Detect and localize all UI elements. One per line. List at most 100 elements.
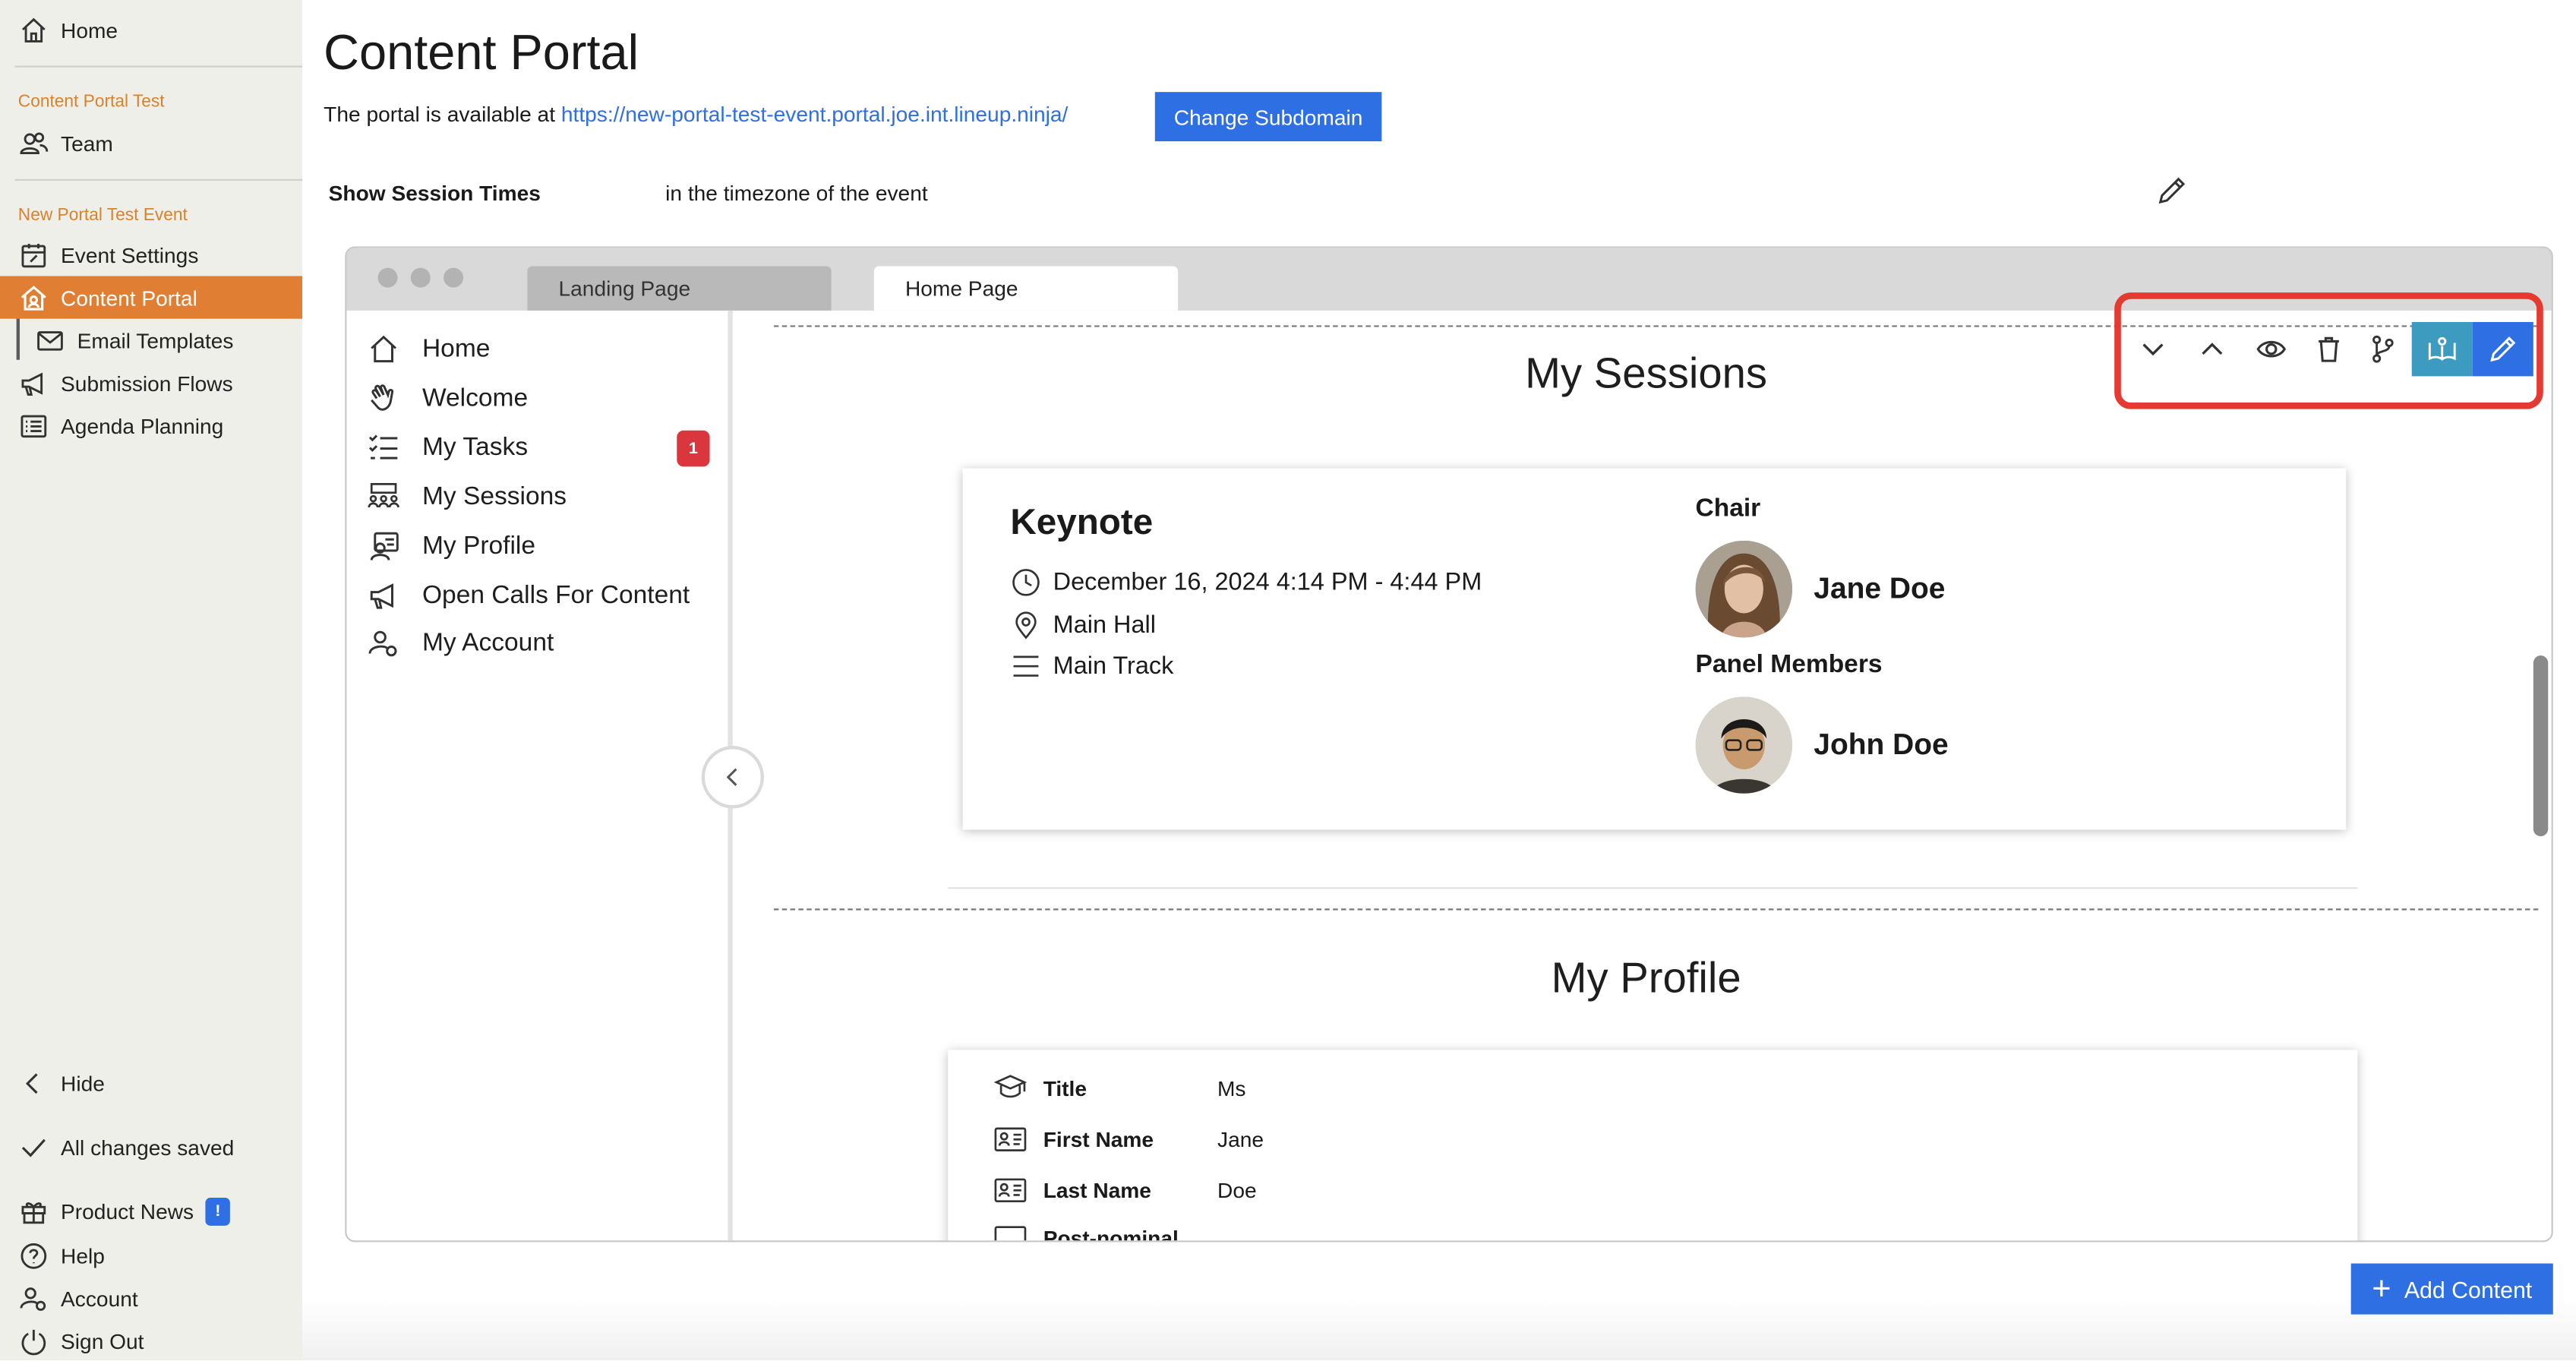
team-icon (20, 131, 49, 153)
datetime-text: December 16, 2024 4:14 PM - 4:44 PM (1053, 568, 1482, 597)
add-content-button[interactable]: + Add Content (2350, 1263, 2553, 1315)
portal-url-link[interactable]: https://new-portal-test-event.portal.joe… (561, 102, 1069, 126)
chair-label: Chair (1695, 494, 1761, 523)
tab-home-page[interactable]: Home Page (873, 266, 1179, 311)
sidebar-item-team[interactable]: Team (18, 127, 113, 159)
setting-value: in the timezone of the event (665, 180, 928, 206)
sidebar-item-product-news[interactable]: Product News ! (18, 1195, 231, 1227)
delete-button[interactable] (2298, 322, 2359, 376)
sidebar-item-email-templates[interactable]: Email Templates (34, 324, 233, 356)
product-news-label: Product News (61, 1198, 194, 1224)
tasks-count-badge: 1 (677, 430, 710, 467)
clock-icon (1012, 569, 1040, 596)
avatar-photo-icon (1695, 540, 1793, 638)
list-icon (21, 414, 47, 437)
branch-button[interactable] (2353, 322, 2413, 376)
availability-text: The portal is available at (324, 102, 556, 127)
library-button[interactable] (2411, 322, 2473, 377)
calendar-edit-icon (21, 242, 46, 267)
envelope-icon (37, 330, 63, 350)
portal-nav-welcome[interactable]: Welcome (366, 381, 528, 415)
panel-member-name[interactable]: John Doe (1814, 728, 1948, 762)
portal-nav: Home Welcome My Tasks 1 My Sessions My P… (346, 310, 733, 1241)
profile-card: Title Ms First Name Jane Last Name Doe P… (948, 1050, 2358, 1241)
window-dot (444, 267, 464, 288)
sidebar-item-label: Event Settings (61, 242, 199, 267)
section-title-my-profile: My Profile (1551, 952, 1741, 1003)
window-dot (377, 267, 398, 288)
portal-nav-label: My Account (421, 628, 554, 657)
profile-value: Jane (1217, 1127, 1264, 1152)
sidebar-item-agenda-planning[interactable]: Agenda Planning (18, 409, 223, 442)
change-subdomain-button[interactable]: Change Subdomain (1154, 92, 1382, 142)
sidebar-group-label: New Portal Test Event (17, 205, 188, 226)
divider (14, 65, 303, 68)
portal-nav-my-tasks[interactable]: My Tasks (366, 431, 528, 465)
profile-key: Title (1043, 1075, 1088, 1101)
sidebar-hide-button[interactable]: Hide (18, 1066, 105, 1099)
sidebar-item-home[interactable]: Home (18, 13, 118, 46)
megaphone-icon (370, 583, 393, 609)
avatar-john-doe[interactable] (1695, 696, 1793, 794)
portal-nav-my-sessions[interactable]: My Sessions (366, 480, 567, 514)
add-content-label: Add Content (2404, 1275, 2533, 1303)
scrollbar-thumb[interactable] (2533, 655, 2549, 837)
sidebar-item-label: Submission Flows (61, 370, 233, 396)
portal-nav-label: My Sessions (421, 482, 567, 510)
sidebar-item-account[interactable]: Account (18, 1281, 138, 1314)
account-gear-icon (20, 1287, 46, 1310)
profile-value: Doe (1217, 1178, 1257, 1203)
pencil-icon (2490, 336, 2516, 362)
sidebar-item-content-portal[interactable]: Content Portal (18, 281, 197, 314)
pencil-icon[interactable] (2155, 174, 2188, 207)
move-up-button[interactable] (2182, 322, 2243, 376)
id-card-icon (994, 1127, 1027, 1151)
save-status: All changes saved (18, 1130, 235, 1163)
visibility-button[interactable] (2241, 322, 2302, 376)
portal-nav-open-calls[interactable]: Open Calls For Content (366, 578, 690, 612)
session-track: Main Track (1010, 651, 1173, 682)
sidebar-item-submission-flows[interactable]: Submission Flows (18, 366, 233, 399)
edit-section-button[interactable] (2472, 322, 2533, 377)
profile-key: Last Name (1043, 1178, 1151, 1203)
session-datetime: December 16, 2024 4:14 PM - 4:44 PM (1010, 567, 1482, 598)
portal-nav-label: My Profile (421, 531, 536, 560)
avatar-jane-doe[interactable] (1695, 540, 1793, 638)
track-lines-icon (1013, 655, 1039, 677)
location-text: Main Hall (1053, 611, 1156, 639)
avatar-photo-icon (1695, 696, 1793, 794)
portal-content: My Sessions Keynote December 16, 2024 4:… (737, 311, 2551, 1241)
profile-row-post-nominal: Post-nominal (993, 1222, 1217, 1241)
portal-nav-my-profile[interactable]: My Profile (366, 529, 535, 564)
portal-nav-label: Open Calls For Content (421, 580, 690, 609)
portal-nav-my-account[interactable]: My Account (366, 626, 554, 660)
portal-nav-label: My Tasks (421, 433, 529, 461)
chevron-down-icon (2142, 343, 2164, 356)
session-card[interactable]: Keynote December 16, 2024 4:14 PM - 4:44… (962, 468, 2347, 830)
sidebar-home-label: Home (61, 17, 118, 43)
portal-nav-label: Welcome (421, 384, 529, 412)
portal-availability: The portal is available at https://new-p… (324, 102, 1068, 126)
tab-landing-page[interactable]: Landing Page (527, 266, 832, 311)
sign-out-label: Sign Out (61, 1328, 144, 1353)
checklist-icon (368, 434, 398, 459)
eye-icon (2256, 340, 2287, 358)
page-title: Content Portal (324, 26, 639, 81)
section-boundary (773, 908, 2539, 911)
sidebar-item-sign-out[interactable]: Sign Out (18, 1325, 144, 1357)
profile-row-last-name: Last Name Doe (993, 1175, 1257, 1206)
sidebar-item-help[interactable]: Help (18, 1239, 105, 1271)
setting-label: Show Session Times (328, 180, 541, 206)
sidebar-item-event-settings[interactable]: Event Settings (18, 238, 199, 271)
chair-name[interactable]: Jane Doe (1814, 572, 1945, 606)
hand-wave-icon (371, 384, 394, 411)
chevron-left-icon (25, 1072, 38, 1094)
sidebar-group-label: Content Portal Test (17, 92, 165, 112)
session-location: Main Hall (1010, 610, 1156, 641)
home-icon (371, 335, 397, 363)
divider (948, 887, 2358, 889)
audience-icon (368, 482, 399, 508)
branch-icon (2372, 335, 2394, 363)
portal-nav-home[interactable]: Home (366, 332, 490, 366)
move-down-button[interactable] (2123, 322, 2183, 376)
